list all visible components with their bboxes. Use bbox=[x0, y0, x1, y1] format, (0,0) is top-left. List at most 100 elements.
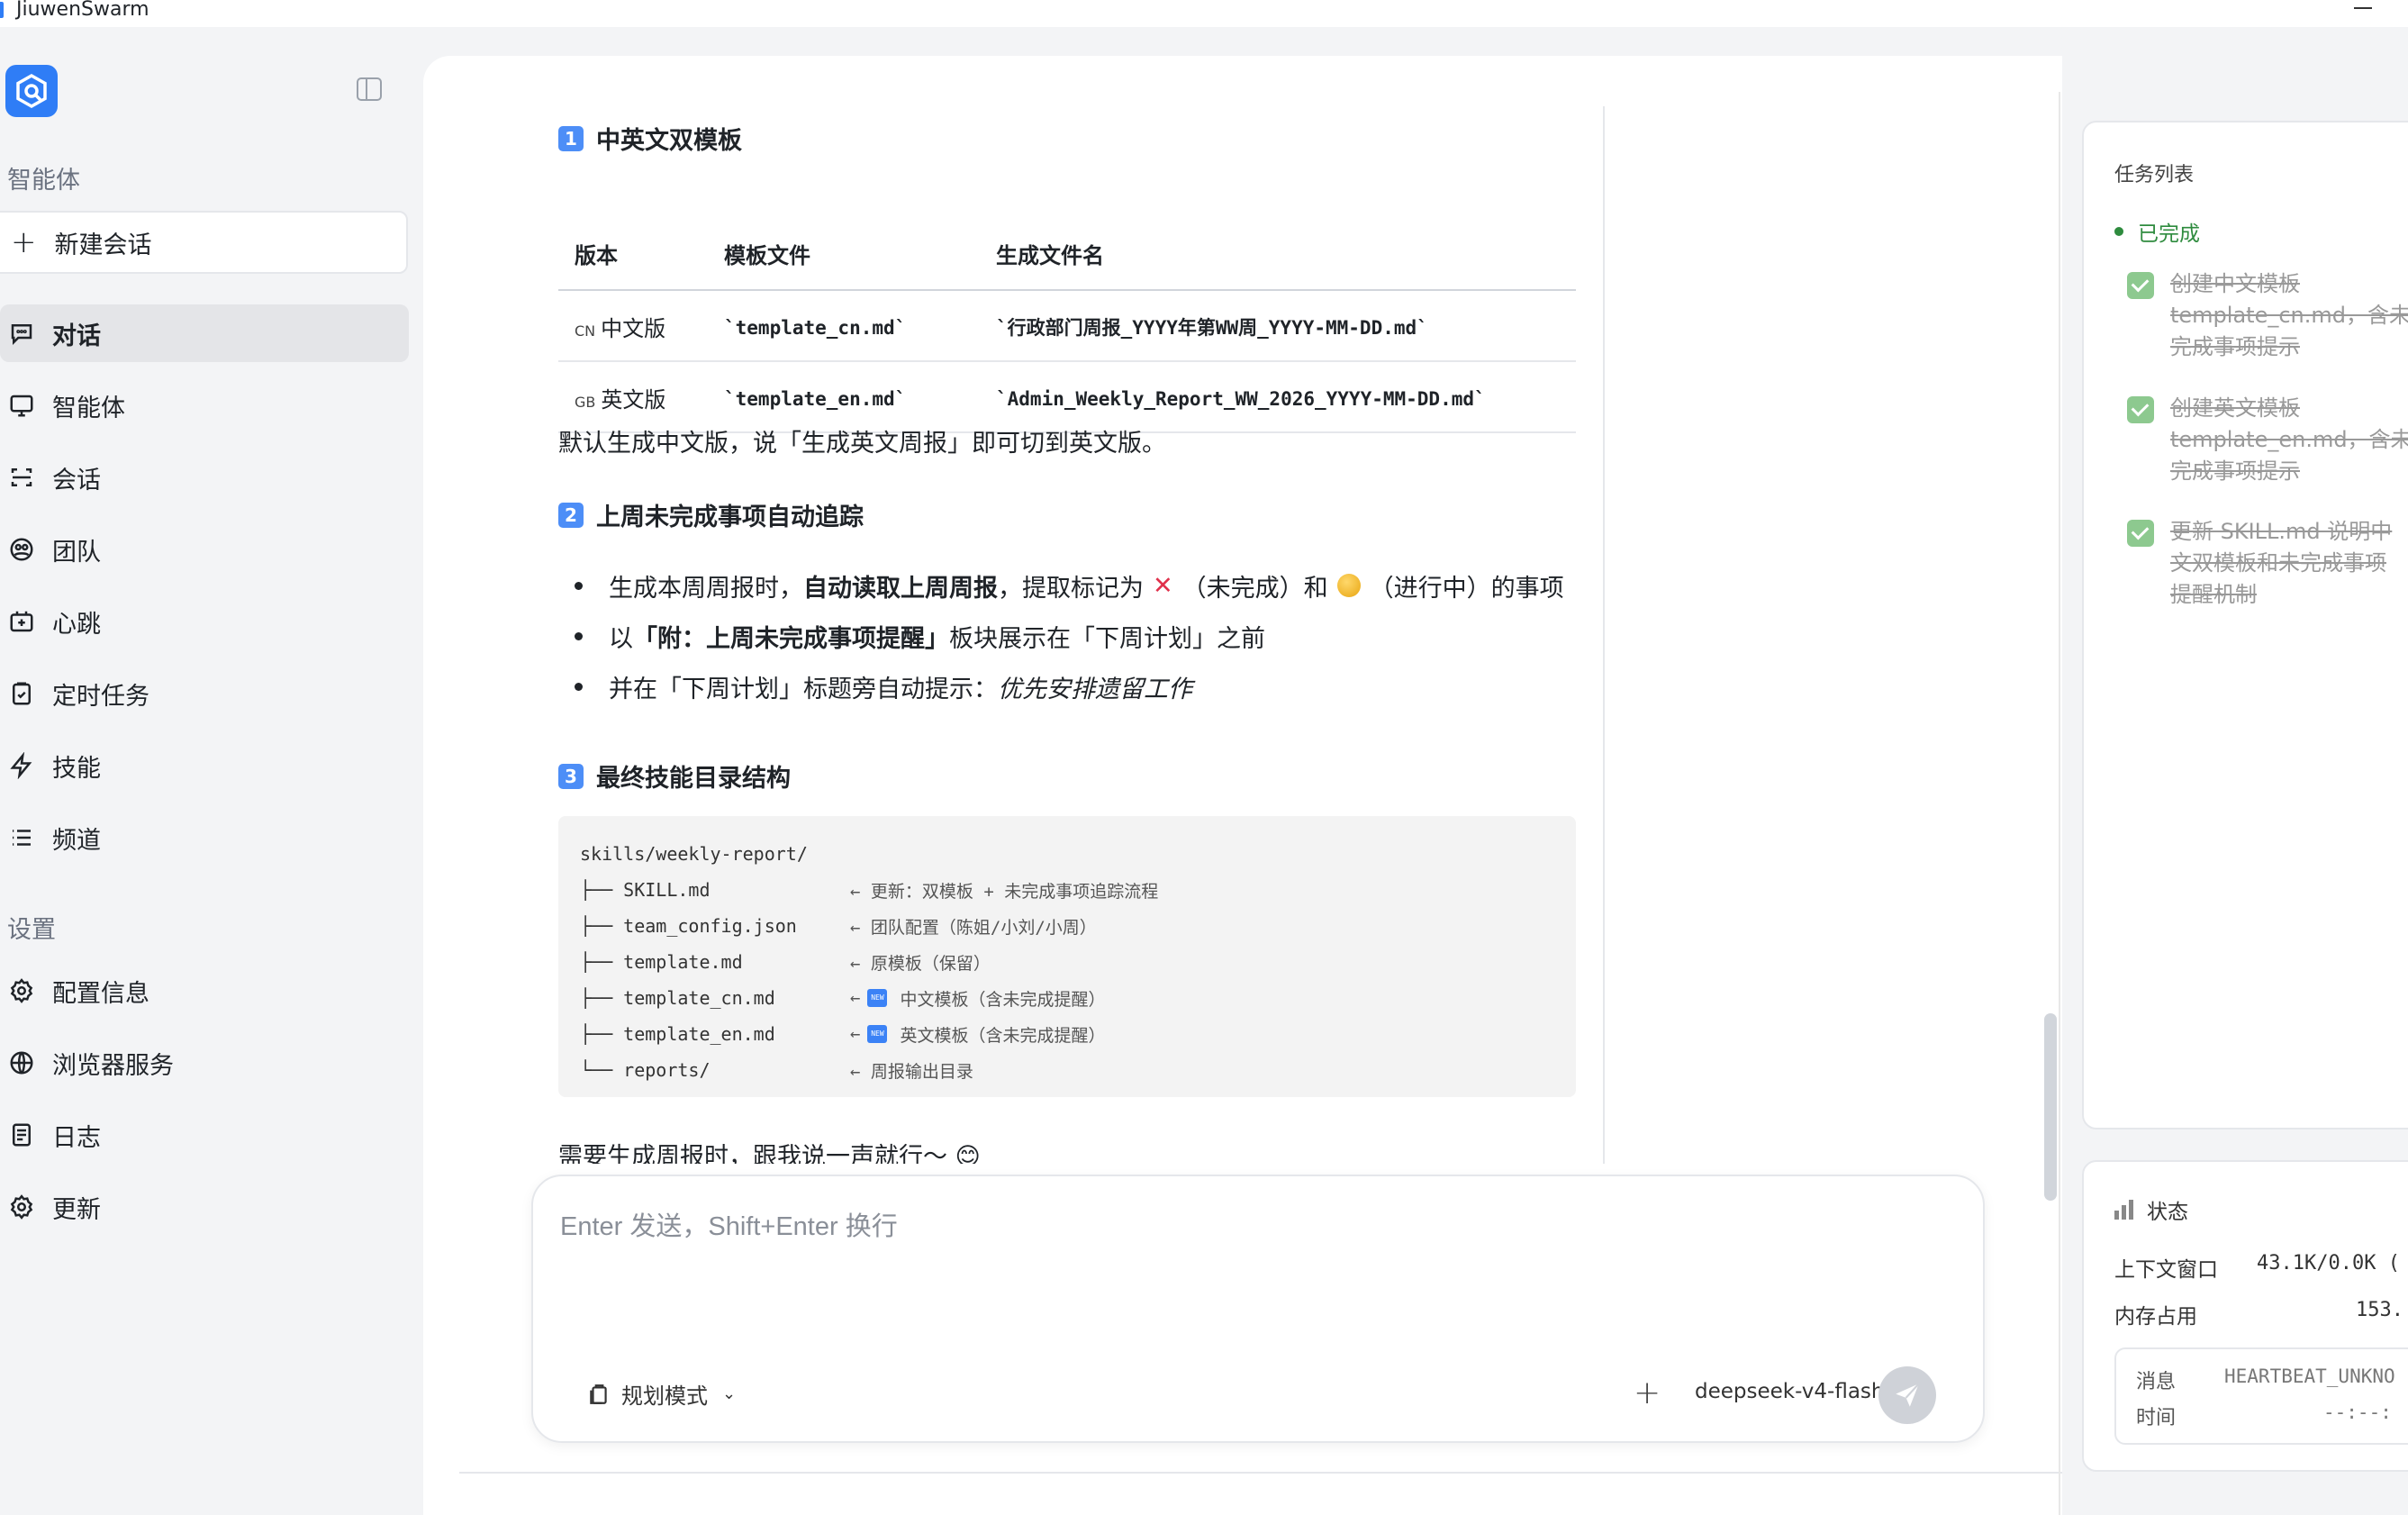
table-cell: `template_en.md` bbox=[724, 361, 996, 433]
mode-label: 规划模式 bbox=[621, 1383, 708, 1409]
add-attachment-button[interactable]: + bbox=[1634, 1374, 1661, 1411]
section-label-agents: 智能体 bbox=[7, 167, 80, 195]
code-comment: 中文模板（含未完成提醒） bbox=[900, 989, 1106, 1010]
app-logo[interactable] bbox=[5, 65, 58, 117]
time-label: 时间 bbox=[2136, 1407, 2177, 1429]
footer-divider bbox=[459, 1472, 2062, 1474]
section-heading-3: 3 最终技能目录结构 bbox=[558, 758, 791, 794]
nav-item-update[interactable]: 更新 bbox=[0, 1178, 409, 1236]
number-badge: 3 bbox=[558, 763, 584, 789]
yellow-circle-icon bbox=[1336, 574, 1361, 597]
code-comment: ← 团队配置（陈姐/小刘/小周） bbox=[850, 917, 1097, 938]
template-table: 版本 模板文件 生成文件名 CN 中文版 `template_cn.md` `行政… bbox=[558, 216, 1576, 433]
message-input[interactable] bbox=[560, 1205, 1911, 1313]
chat-scrollbar[interactable] bbox=[2044, 1013, 2057, 1201]
task-item: 更新 SKILL.md 说明中 文双模板和未完成事项 提醒机制 bbox=[2127, 516, 2408, 611]
table-cell: `Admin_Weekly_Report_WW_2026_YYYY-MM-DD.… bbox=[996, 361, 1576, 433]
nav-label: 心跳 bbox=[52, 610, 101, 639]
nav-item-sessions[interactable]: 会话 bbox=[0, 449, 409, 506]
text: 生成本周周报时， bbox=[609, 574, 803, 603]
main-panel: 1 中英文双模板 版本 模板文件 生成文件名 CN 中文版 `template_c… bbox=[423, 56, 2062, 1515]
code-line: ├── template_cn.md ← NEW 中文模板（含未完成提醒） bbox=[580, 980, 1554, 1016]
task-list-panel: 任务列表 已完成 创建中文模板 template_cn.md，含未 完成事项提示… bbox=[2082, 121, 2408, 1129]
code-path: └── reports/ bbox=[580, 1059, 711, 1081]
status-title-text: 状态 bbox=[2147, 1201, 2188, 1224]
bullet-list: 生成本周周报时， 自动读取上周周报 ，提取标记为 ✕ （未完成）和 （进行中）的事项 以 … bbox=[558, 560, 1564, 712]
nav-item-logs[interactable]: 日志 bbox=[0, 1106, 409, 1164]
monitor-icon bbox=[5, 389, 38, 422]
version-text: 英文版 bbox=[601, 387, 666, 413]
task-text: 创建中文模板 template_cn.md，含未 完成事项提示 bbox=[2170, 271, 2408, 359]
number-badge: 1 bbox=[558, 125, 584, 151]
mode-selector[interactable]: 规划模式 ⌄ bbox=[587, 1378, 736, 1410]
task-text: 创建英文模板 template_en.md，含未 完成事项提示 bbox=[2170, 395, 2408, 484]
code-line: ├── template.md ← 原模板（保留） bbox=[580, 944, 1554, 980]
nav-item-skills[interactable]: 技能 bbox=[0, 737, 409, 794]
memory-row: 内存占用 153. bbox=[2114, 1299, 2403, 1329]
flag-cn-icon: CN bbox=[575, 322, 596, 340]
task-item: 创建英文模板 template_en.md，含未 完成事项提示 bbox=[2127, 393, 2408, 487]
task-text: 更新 SKILL.md 说明中 文双模板和未完成事项 提醒机制 bbox=[2170, 519, 2393, 607]
nav-item-config[interactable]: 配置信息 bbox=[0, 962, 409, 1020]
column-header: 版本 bbox=[558, 216, 724, 291]
title-bar: JiuwenSwarm bbox=[0, 0, 2408, 27]
panel-divider bbox=[2059, 92, 2060, 1515]
heading-text: 最终技能目录结构 bbox=[596, 765, 791, 793]
code-line: └── reports/ ← 周报输出目录 bbox=[580, 1052, 1554, 1088]
closing-text: 需要生成周报时，跟我说一声就行～ 😊 bbox=[558, 1143, 981, 1164]
task-item: 创建中文模板 template_cn.md，含未 完成事项提示 bbox=[2127, 268, 2408, 363]
heading-text: 上周未完成事项自动追踪 bbox=[596, 503, 864, 531]
bar-chart-icon bbox=[2114, 1200, 2136, 1220]
code-line: ├── team_config.json ← 团队配置（陈姐/小刘/小周） bbox=[580, 908, 1554, 944]
app-title: JiuwenSwarm bbox=[16, 0, 149, 21]
code-path: ├── template.md bbox=[580, 951, 743, 973]
team-icon bbox=[5, 533, 38, 566]
code-path: ├── team_config.json bbox=[580, 915, 797, 937]
checkbox-checked-icon bbox=[2127, 272, 2154, 299]
new-badge-icon: NEW bbox=[867, 1025, 888, 1043]
nav-item-scheduled[interactable]: 定时任务 bbox=[0, 665, 409, 722]
table-row: CN 中文版 `template_cn.md` `行政部门周报_YYYY年第WW周… bbox=[558, 290, 1576, 362]
log-icon bbox=[5, 1119, 38, 1151]
chevron-down-icon: ⌄ bbox=[722, 1384, 737, 1403]
gear-icon bbox=[5, 975, 38, 1007]
clipboard-icon bbox=[590, 1383, 607, 1404]
nav-item-channels[interactable]: 频道 bbox=[0, 809, 409, 866]
nav-label: 频道 bbox=[52, 826, 101, 855]
template-file: `template_cn.md` bbox=[724, 316, 907, 339]
heading-text: 中英文双模板 bbox=[596, 127, 742, 155]
new-chat-button[interactable]: + 新建会话 bbox=[0, 211, 408, 274]
send-button[interactable] bbox=[1878, 1366, 1936, 1424]
text: 板块展示在「下周计划」之前 bbox=[949, 624, 1265, 653]
collapse-sidebar-icon[interactable] bbox=[357, 77, 382, 101]
session-icon bbox=[5, 461, 38, 494]
code-comment: ← 原模板（保留） bbox=[850, 953, 991, 974]
bold-text: 「附：上周未完成事项提醒」 bbox=[633, 624, 949, 653]
flag-gb-icon: GB bbox=[575, 394, 596, 411]
text: ，提取标记为 bbox=[998, 574, 1144, 603]
nav-item-chat[interactable]: 对话 bbox=[0, 304, 409, 362]
minimize-button[interactable] bbox=[2354, 7, 2372, 9]
nav-item-heartbeat[interactable]: 心跳 bbox=[0, 593, 409, 650]
bolt-icon bbox=[5, 749, 38, 782]
status-panel: 状态 上下文窗口 43.1K/0.0K ( 内存占用 153. 消息 HEART… bbox=[2082, 1160, 2408, 1472]
logo-icon bbox=[16, 73, 47, 109]
version-text: 中文版 bbox=[601, 316, 666, 341]
arrow: ← bbox=[850, 1024, 861, 1044]
section-label-settings: 设置 bbox=[7, 916, 56, 944]
context-label: 上下文窗口 bbox=[2114, 1258, 2218, 1282]
memory-label: 内存占用 bbox=[2114, 1305, 2197, 1329]
sidebar: 智能体 + 新建会话 对话 智能体 会话 团队 心跳 定时任务 技能 频道 设置… bbox=[0, 27, 423, 1515]
nav-label: 对话 bbox=[52, 322, 101, 350]
context-window-row: 上下文窗口 43.1K/0.0K ( bbox=[2114, 1252, 2400, 1283]
column-header: 模板文件 bbox=[724, 216, 996, 291]
message-divider bbox=[1603, 106, 1605, 1164]
table-cell: `template_cn.md` bbox=[724, 290, 996, 362]
section-heading-1: 1 中英文双模板 bbox=[558, 121, 742, 156]
nav-item-team[interactable]: 团队 bbox=[0, 521, 409, 578]
nav-item-agents[interactable]: 智能体 bbox=[0, 376, 409, 434]
list-item: 并在「下周计划」标题旁自动提示： 优先安排遗留工作 bbox=[558, 661, 1564, 712]
nav-item-browser[interactable]: 浏览器服务 bbox=[0, 1034, 409, 1092]
message-label: 消息 bbox=[2136, 1371, 2177, 1393]
nav-label: 日志 bbox=[52, 1123, 101, 1152]
